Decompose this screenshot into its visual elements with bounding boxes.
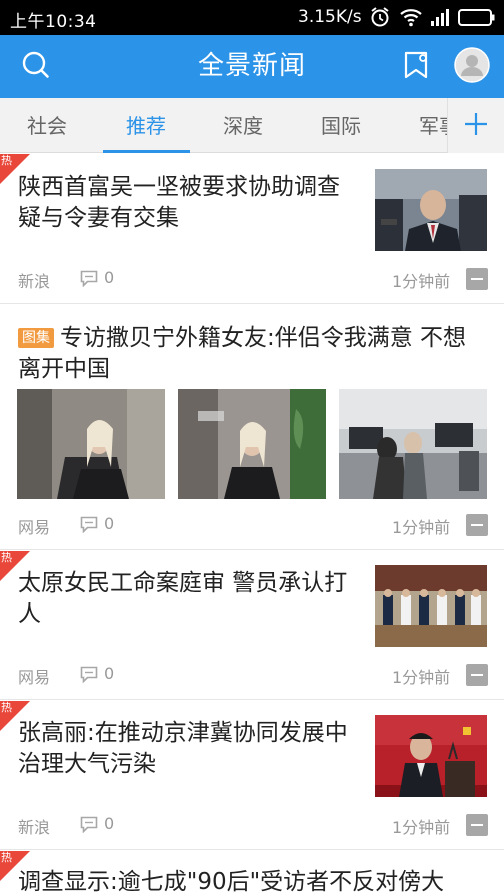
dismiss-button[interactable] [466, 268, 488, 290]
battery-icon [458, 6, 496, 32]
gallery-image[interactable] [339, 389, 487, 499]
article-thumbnail[interactable] [375, 169, 487, 251]
gallery-tag: 图集 [18, 328, 54, 348]
publish-time: 1分钟前 [392, 668, 451, 687]
avatar-icon [454, 47, 490, 87]
hot-badge-label: 热 [1, 154, 12, 167]
dismiss-button[interactable] [466, 814, 488, 836]
comment-icon [80, 816, 98, 837]
news-card[interactable]: 热 调查显示:逾七成"90后"受访者不反对傍大 [0, 851, 504, 896]
comment-count: 0 [104, 268, 115, 287]
bookmark-button[interactable] [396, 47, 436, 87]
signal-icon [430, 6, 452, 32]
comment-count: 0 [104, 814, 115, 833]
article-thumbnail[interactable] [375, 565, 487, 647]
hot-badge-label: 热 [1, 701, 12, 714]
news-card[interactable]: 热 陕西首富吴一坚被要求协助调查疑与令妻有交集 新浪 0 1分钟前 [0, 154, 504, 304]
status-bar: 上午10:34 3.15K/s [0, 0, 504, 35]
gallery-image[interactable] [178, 389, 326, 499]
article-source: 网易 [18, 518, 51, 537]
comment-count: 0 [104, 514, 115, 533]
dismiss-button[interactable] [466, 514, 488, 536]
publish-time: 1分钟前 [392, 818, 451, 837]
article-source: 新浪 [18, 818, 51, 837]
article-title[interactable]: 张高丽:在推动京津冀协同发展中治理大气污染 [18, 718, 363, 780]
alarm-icon [370, 6, 390, 32]
article-title[interactable]: 陕西首富吴一坚被要求协助调查疑与令妻有交集 [18, 172, 358, 234]
article-source: 新浪 [18, 272, 51, 291]
article-thumbnail[interactable] [375, 715, 487, 797]
hot-badge-label: 热 [1, 851, 12, 864]
hot-badge-label: 热 [1, 551, 12, 564]
news-card[interactable]: 热 太原女民工命案庭审 警员承认打人 网易 0 1分钟前 [0, 551, 504, 700]
article-title[interactable]: 太原女民工命案庭审 警员承认打人 [18, 568, 358, 630]
tab-in-depth[interactable]: 深度 [223, 98, 263, 152]
category-tabs: 社会 推荐 深度 国际 军事 [0, 98, 504, 153]
wifi-icon [400, 6, 422, 32]
active-tab-indicator [103, 150, 190, 153]
app-header: 全景新闻 [0, 35, 504, 98]
comment-icon [80, 666, 98, 687]
publish-time: 1分钟前 [392, 272, 451, 291]
news-card[interactable]: 图集 专访撒贝宁外籍女友:伴侣令我满意 不想离开中国 网易 0 1分钟前 [0, 305, 504, 550]
article-title[interactable]: 图集 专访撒贝宁外籍女友:伴侣令我满意 不想离开中国 [18, 323, 488, 385]
comment-count: 0 [104, 664, 115, 683]
status-time: 上午10:34 [10, 12, 97, 32]
search-button[interactable] [16, 47, 56, 87]
article-source: 网易 [18, 668, 51, 687]
dismiss-button[interactable] [466, 664, 488, 686]
article-title-text: 专访撒贝宁外籍女友:伴侣令我满意 不想离开中国 [18, 325, 467, 382]
avatar-button[interactable] [452, 47, 492, 87]
tab-international[interactable]: 国际 [321, 98, 361, 152]
bookmark-icon [401, 50, 431, 84]
news-feed: 热 陕西首富吴一坚被要求协助调查疑与令妻有交集 新浪 0 1分钟前 图集 专访撒贝… [0, 154, 504, 896]
article-title[interactable]: 调查显示:逾七成"90后"受访者不反对傍大 [18, 867, 504, 896]
comment-icon [80, 270, 98, 291]
comment-icon [80, 516, 98, 537]
network-speed: 3.15K/s [298, 7, 362, 27]
publish-time: 1分钟前 [392, 518, 451, 537]
tab-recommended[interactable]: 推荐 [126, 98, 166, 152]
news-card[interactable]: 热 张高丽:在推动京津冀协同发展中治理大气污染 新浪 0 1分钟前 [0, 701, 504, 850]
gallery-image[interactable] [17, 389, 165, 499]
search-icon [21, 50, 51, 84]
plus-icon [463, 111, 489, 141]
tab-society[interactable]: 社会 [27, 98, 67, 152]
add-category-button[interactable] [447, 98, 504, 153]
